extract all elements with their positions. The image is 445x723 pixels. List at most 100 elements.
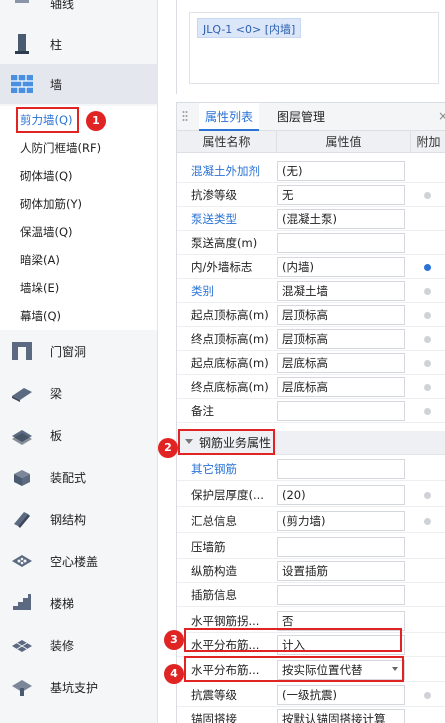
table-row: 备注 bbox=[177, 399, 445, 423]
property-value-field[interactable] bbox=[277, 537, 405, 557]
property-value-field[interactable]: 设置插筋 bbox=[277, 561, 405, 581]
property-name[interactable]: 其它钢筋 bbox=[191, 457, 275, 481]
property-name[interactable]: 泵送类型 bbox=[191, 207, 275, 231]
annotation-badge-3: 3 bbox=[164, 630, 184, 650]
table-row: 抗渗等级 无 bbox=[177, 183, 445, 207]
property-name: 纵筋构造 bbox=[191, 564, 237, 578]
property-value-field[interactable]: (20) bbox=[277, 485, 405, 505]
sidebar-item-slab[interactable]: 板 bbox=[0, 418, 157, 452]
property-value-field[interactable]: (内墙) bbox=[277, 257, 405, 277]
property-name: 终点顶标高(m) bbox=[191, 332, 269, 346]
sidebar-item-beam[interactable]: 梁 bbox=[0, 376, 157, 410]
header-name: 属性名称 bbox=[177, 131, 277, 153]
sidebar-item-label: 钢结构 bbox=[50, 512, 87, 527]
header-value: 属性值 bbox=[277, 131, 411, 153]
attach-checkbox[interactable] bbox=[424, 336, 431, 343]
property-value-field[interactable]: (混凝土泵) bbox=[277, 209, 405, 229]
decoration-icon bbox=[8, 631, 36, 659]
sidebar-item-pit-support[interactable]: 基坑支护 bbox=[0, 670, 157, 704]
drawing-preview-panel: JLQ-1 <0> [内墙] bbox=[176, 0, 445, 94]
header-extra: 附加 bbox=[416, 135, 441, 149]
subitem-label: 保温墙(Q) bbox=[20, 225, 73, 239]
slab-icon bbox=[8, 421, 36, 449]
property-value-field[interactable]: 层顶标高 bbox=[277, 329, 405, 349]
property-value-field[interactable]: (一级抗震) bbox=[277, 685, 405, 705]
table-row: 内/外墙标志 (内墙) bbox=[177, 255, 445, 279]
attach-checkbox[interactable] bbox=[424, 408, 431, 415]
property-value-field[interactable]: 混凝土墙 bbox=[277, 281, 405, 301]
table-row: 泵送高度(m) bbox=[177, 231, 445, 255]
property-value-field[interactable]: (剪力墙) bbox=[277, 511, 405, 531]
sidebar-item-prefab[interactable]: 装配式 bbox=[0, 460, 157, 494]
sidebar-item-label: 墙 bbox=[50, 77, 63, 92]
property-value-field[interactable]: 无 bbox=[277, 185, 405, 205]
sidebar-item-decoration[interactable]: 装修 bbox=[0, 628, 157, 662]
table-row: 插筋信息 bbox=[177, 583, 445, 607]
property-value-field[interactable] bbox=[277, 459, 405, 479]
property-value-field[interactable]: 按默认锚固搭接计算 bbox=[277, 709, 405, 723]
sidebar-item-stairs[interactable]: 楼梯 bbox=[0, 586, 157, 620]
property-name: 插筋信息 bbox=[191, 588, 237, 602]
property-name: 起点顶标高(m) bbox=[191, 308, 269, 322]
sidebar-subitem-masonry-wall[interactable]: 砌体墙(Q) bbox=[0, 162, 157, 190]
table-row: 其它钢筋 bbox=[177, 457, 445, 481]
table-row: 锚固搭接 按默认锚固搭接计算 bbox=[177, 707, 445, 723]
close-icon[interactable]: × bbox=[438, 109, 445, 123]
sidebar-subitem-masonry-reinforcement[interactable]: 砌体加筋(Y) bbox=[0, 190, 157, 218]
property-value-field[interactable]: (无) bbox=[277, 161, 405, 181]
sidebar-item-label: 板 bbox=[50, 428, 63, 443]
attach-checkbox[interactable] bbox=[424, 360, 431, 367]
subitem-label: 砌体加筋(Y) bbox=[20, 197, 82, 211]
table-row: 纵筋构造 设置插筋 bbox=[177, 559, 445, 583]
wall-icon bbox=[8, 70, 36, 98]
attach-checkbox[interactable] bbox=[424, 692, 431, 699]
property-value-field[interactable]: 层底标高 bbox=[277, 377, 405, 397]
sidebar-subitem-civil-defense-door-wall[interactable]: 人防门框墙(RF) bbox=[0, 134, 157, 162]
sidebar-item-label: 门窗洞 bbox=[50, 344, 87, 359]
property-name[interactable]: 类别 bbox=[191, 279, 275, 303]
subitem-label: 暗梁(A) bbox=[20, 253, 60, 267]
tab-layer-management[interactable]: 图层管理 bbox=[271, 103, 331, 131]
sidebar-item-steel[interactable]: 钢结构 bbox=[0, 502, 157, 536]
attach-checkbox[interactable] bbox=[424, 384, 431, 391]
property-value-field[interactable] bbox=[277, 233, 405, 253]
attach-checkbox[interactable] bbox=[424, 264, 431, 271]
property-value-field[interactable]: 层顶标高 bbox=[277, 305, 405, 325]
tab-property-list[interactable]: 属性列表 bbox=[199, 103, 260, 131]
stairs-icon bbox=[8, 589, 36, 617]
property-name: 抗震等级 bbox=[191, 688, 237, 702]
drag-handle-icon[interactable] bbox=[182, 110, 188, 122]
annotation-box-3 bbox=[184, 628, 402, 652]
sidebar-item-label: 轴线 bbox=[50, 0, 75, 11]
property-name: 保护层厚度(... bbox=[191, 488, 264, 502]
attach-checkbox[interactable] bbox=[424, 492, 431, 499]
property-value-field[interactable] bbox=[277, 585, 405, 605]
attach-checkbox[interactable] bbox=[424, 192, 431, 199]
attach-checkbox[interactable] bbox=[424, 518, 431, 525]
table-row: 终点底标高(m) 层底标高 bbox=[177, 375, 445, 399]
sidebar-item-door-window[interactable]: 门窗洞 bbox=[0, 334, 157, 368]
property-name[interactable]: 混凝土外加剂 bbox=[191, 159, 275, 183]
sidebar-item-label: 梁 bbox=[50, 386, 63, 401]
property-name: 起点底标高(m) bbox=[191, 356, 269, 370]
sidebar-item-column[interactable]: 柱 bbox=[0, 26, 157, 62]
sidebar-item-wall[interactable]: 墙 bbox=[0, 64, 157, 104]
sidebar-subitem-insulation-wall[interactable]: 保温墙(Q) bbox=[0, 218, 157, 246]
prefab-icon bbox=[8, 463, 36, 491]
app-window: 轴线 柱 墙 剪力墙(Q) 人防门框墙(RF) 砌体墙(Q) 砌体加筋(Y) 保… bbox=[0, 0, 445, 723]
sidebar-subitem-hidden-beam[interactable]: 暗梁(A) bbox=[0, 246, 157, 274]
attach-checkbox[interactable] bbox=[424, 312, 431, 319]
table-row: 类别 混凝土墙 bbox=[177, 279, 445, 303]
sidebar-subitem-wall-pier[interactable]: 墙垛(E) bbox=[0, 274, 157, 302]
sidebar-item-axis[interactable]: 轴线 bbox=[0, 0, 157, 14]
property-value-field[interactable]: 层底标高 bbox=[277, 353, 405, 373]
hollow-slab-icon bbox=[8, 547, 36, 575]
sidebar-item-hollow-slab[interactable]: 空心楼盖 bbox=[0, 544, 157, 578]
sidebar-subitem-curtain-wall[interactable]: 幕墙(Q) bbox=[0, 302, 157, 330]
sidebar-item-label: 空心楼盖 bbox=[50, 554, 99, 569]
subitem-label: 墙垛(E) bbox=[20, 281, 60, 295]
property-table-header: 属性名称 属性值 附加 bbox=[177, 131, 445, 153]
property-name: 汇总信息 bbox=[191, 514, 237, 528]
attach-checkbox[interactable] bbox=[424, 288, 431, 295]
property-value-field[interactable] bbox=[277, 401, 405, 421]
